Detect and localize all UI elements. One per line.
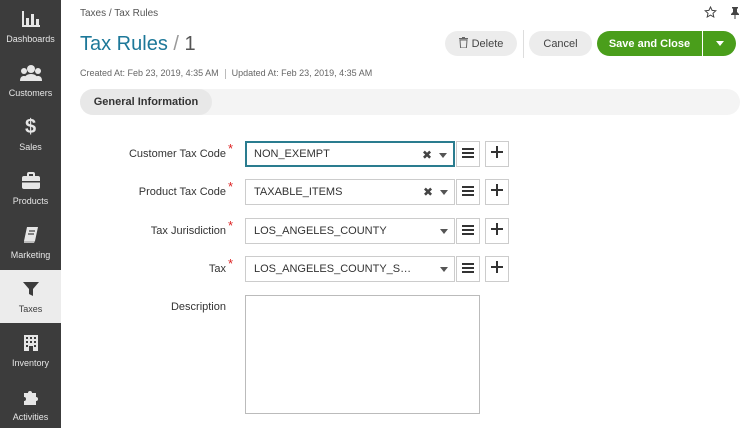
customer-tax-code-select[interactable]: NON_EXEMPT ✖	[245, 141, 455, 167]
page-title: Tax Rules / 1	[80, 33, 196, 56]
created-at: Created At: Feb 23, 2019, 4:35 AM	[80, 68, 219, 78]
description-field[interactable]	[245, 295, 480, 414]
tax-value: LOS_ANGELES_COUNTY_SAL...	[254, 263, 414, 275]
sidebar-item-customers[interactable]: Customers	[0, 54, 61, 107]
page-title-separator: /	[173, 33, 179, 55]
main-content: Taxes / Tax Rules Tax Rules / 1 Delete C…	[61, 0, 745, 428]
pin-icon[interactable]	[729, 6, 741, 24]
chevron-down-icon[interactable]	[440, 267, 448, 272]
tax-row: Tax * LOS_ANGELES_COUNTY_SAL...	[61, 256, 745, 282]
sidebar-item-taxes[interactable]: Taxes	[0, 270, 61, 323]
sidebar-item-activities[interactable]: Activities	[0, 378, 61, 431]
delete-button-label: Delete	[471, 37, 504, 50]
tax-jurisdiction-row: Tax Jurisdiction * LOS_ANGELES_COUNTY	[61, 218, 745, 244]
customer-tax-code-row: Customer Tax Code * NON_EXEMPT ✖	[61, 141, 745, 167]
tax-select[interactable]: LOS_ANGELES_COUNTY_SAL...	[245, 256, 455, 282]
list-icon	[462, 145, 474, 163]
page-title-entity: Tax Rules	[80, 33, 168, 55]
tax-jurisdiction-label: Tax Jurisdiction	[150, 225, 226, 237]
sidebar-item-label: Taxes	[18, 304, 43, 314]
sidebar-item-label: Products	[12, 196, 49, 206]
customer-tax-code-label: Customer Tax Code	[128, 148, 226, 160]
tab-general-information[interactable]: General Information	[80, 89, 212, 115]
tax-label: Tax	[208, 263, 226, 275]
required-marker: *	[228, 141, 234, 156]
chevron-down-icon[interactable]	[440, 190, 448, 195]
required-marker: *	[228, 256, 234, 271]
chevron-down-icon[interactable]	[439, 153, 447, 158]
tax-add-button[interactable]	[485, 256, 509, 282]
customers-people-icon	[19, 62, 42, 84]
customer-tax-code-value: NON_EXEMPT	[254, 148, 330, 160]
list-icon	[462, 260, 474, 278]
breadcrumb[interactable]: Taxes / Tax Rules	[80, 8, 158, 19]
tax-jurisdiction-select[interactable]: LOS_ANGELES_COUNTY	[245, 218, 455, 244]
customer-tax-code-list-button[interactable]	[456, 141, 480, 167]
customer-tax-code-add-button[interactable]	[485, 141, 509, 167]
plus-icon	[491, 222, 503, 240]
description-label: Description	[170, 301, 226, 313]
plus-icon	[491, 145, 503, 163]
plus-icon	[491, 260, 503, 278]
sidebar-item-label: Sales	[19, 142, 42, 152]
updated-at: Updated At: Feb 23, 2019, 4:35 AM	[231, 68, 373, 78]
briefcase-icon	[20, 170, 42, 192]
save-and-close-button[interactable]: Save and Close	[597, 31, 702, 56]
caret-down-icon	[715, 41, 724, 46]
tax-jurisdiction-list-button[interactable]	[456, 218, 480, 244]
delete-button[interactable]: Delete	[445, 31, 517, 56]
product-tax-code-row: Product Tax Code * TAXABLE_ITEMS ✖	[61, 179, 745, 205]
puzzle-icon	[20, 386, 42, 408]
product-tax-code-value: TAXABLE_ITEMS	[254, 186, 343, 198]
tax-list-button[interactable]	[456, 256, 480, 282]
list-icon	[462, 183, 474, 201]
book-icon	[20, 224, 42, 246]
sidebar-item-label: Activities	[12, 412, 49, 422]
toolbar-divider	[523, 30, 524, 58]
sidebar: Dashboards Customers $ Sales Products Ma…	[0, 0, 61, 428]
cancel-button[interactable]: Cancel	[529, 31, 592, 56]
required-marker: *	[228, 218, 234, 233]
tax-jurisdiction-value: LOS_ANGELES_COUNTY	[254, 225, 387, 237]
clear-icon[interactable]: ✖	[423, 185, 433, 199]
list-icon	[462, 222, 474, 240]
sidebar-item-products[interactable]: Products	[0, 162, 61, 215]
save-options-dropdown-button[interactable]	[703, 31, 736, 56]
page-title-id: 1	[184, 33, 196, 55]
building-icon	[20, 332, 42, 354]
trash-icon	[458, 36, 468, 51]
dashboard-chart-icon	[20, 8, 42, 30]
record-meta: Created At: Feb 23, 2019, 4:35 AM Updated…	[80, 68, 372, 79]
tax-jurisdiction-add-button[interactable]	[485, 218, 509, 244]
star-icon[interactable]	[704, 5, 717, 24]
sidebar-item-label: Customers	[8, 88, 53, 98]
sidebar-item-marketing[interactable]: Marketing	[0, 216, 61, 269]
plus-icon	[491, 183, 503, 201]
chevron-down-icon[interactable]	[440, 229, 448, 234]
funnel-icon	[20, 278, 42, 300]
product-tax-code-list-button[interactable]	[456, 179, 480, 205]
product-tax-code-select[interactable]: TAXABLE_ITEMS ✖	[245, 179, 455, 205]
sidebar-item-sales[interactable]: $ Sales	[0, 108, 61, 161]
sidebar-item-dashboards[interactable]: Dashboards	[0, 0, 61, 53]
product-tax-code-label: Product Tax Code	[138, 186, 226, 198]
dollar-icon: $	[24, 115, 37, 138]
required-marker: *	[228, 179, 234, 194]
section-tabs: General Information	[80, 89, 740, 115]
sidebar-item-inventory[interactable]: Inventory	[0, 324, 61, 377]
sidebar-item-label: Inventory	[11, 358, 50, 368]
clear-icon[interactable]: ✖	[422, 148, 432, 162]
product-tax-code-add-button[interactable]	[485, 179, 509, 205]
sidebar-item-label: Dashboards	[6, 34, 55, 44]
sidebar-item-label: Marketing	[10, 250, 51, 260]
